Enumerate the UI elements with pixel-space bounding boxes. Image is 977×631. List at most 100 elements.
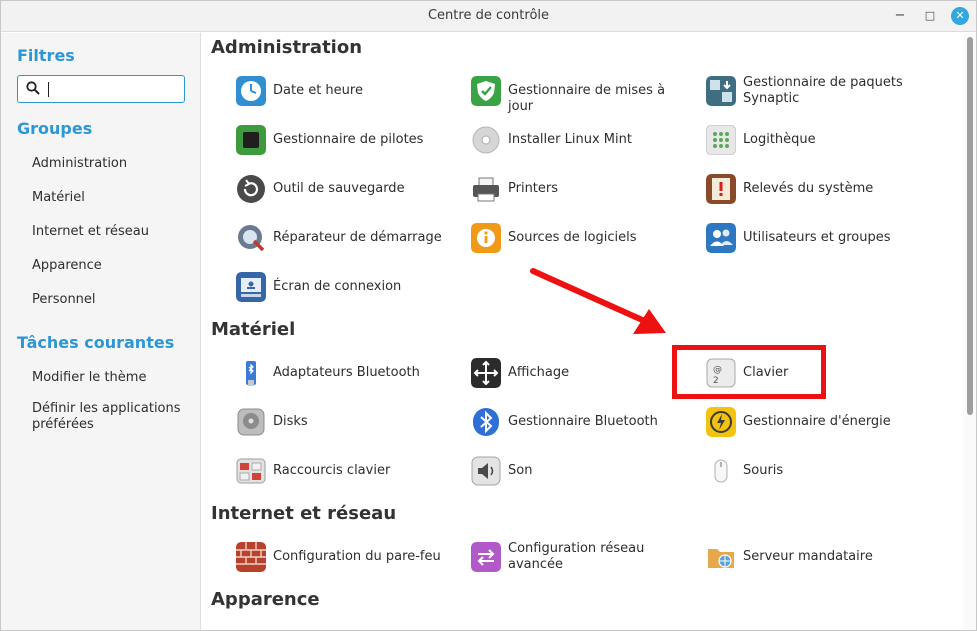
item-sound[interactable]: Son	[447, 454, 677, 490]
network-arrows-icon	[471, 542, 501, 572]
item-label: Disks	[273, 414, 308, 429]
item-label: Adaptateurs Bluetooth	[273, 365, 420, 380]
printer-icon	[473, 177, 499, 202]
item-label: Outil de sauvegarde	[273, 181, 405, 196]
item-label: Gestionnaire d'énergie	[743, 414, 891, 429]
item-label: Écran de connexion	[273, 279, 402, 294]
item-power-manager[interactable]: Gestionnaire d'énergie	[682, 405, 912, 441]
tasks-heading: Tâches courantes	[17, 333, 175, 352]
item-label: Printers	[508, 181, 559, 196]
annotation-arrow-icon	[530, 268, 666, 334]
item-label: Souris	[743, 463, 784, 478]
annotation-highlight-box	[672, 345, 826, 399]
disc-icon	[472, 126, 500, 154]
item-driver-manager[interactable]: Gestionnaire de pilotes	[212, 123, 442, 159]
filters-heading: Filtres	[17, 46, 75, 65]
item-disks[interactable]: Disks	[212, 405, 442, 441]
item-label: Serveur mandataire	[743, 549, 873, 564]
item-label: Configuration réseau avancée	[508, 541, 645, 572]
item-label: Gestionnaire de paquets Synaptic	[743, 75, 903, 106]
item-date-time[interactable]: Date et heure	[212, 74, 442, 110]
maximize-button[interactable]: □	[921, 7, 939, 25]
item-firewall[interactable]: Configuration du pare-feu	[212, 540, 442, 576]
usb-bluetooth-icon	[246, 361, 256, 386]
speaker-icon	[471, 456, 501, 486]
item-label: Relevés du système	[743, 181, 874, 196]
title-bar[interactable]: Centre de contrôle − □ ✕	[1, 1, 976, 32]
energy-icon	[706, 407, 736, 437]
item-login-screen[interactable]: Écran de connexion	[212, 270, 442, 306]
item-advanced-network[interactable]: Configuration réseau avancée	[447, 540, 677, 576]
sidebar: Filtres Groupes Administration Matériel …	[1, 33, 201, 630]
firewall-icon	[236, 542, 266, 572]
item-boot-repair[interactable]: Réparateur de démarrage	[212, 221, 442, 257]
report-icon	[706, 174, 736, 204]
item-display[interactable]: Affichage	[447, 356, 677, 392]
task-modify-theme[interactable]: Modifier le thème	[32, 370, 192, 386]
item-label: Installer Linux Mint	[508, 132, 632, 147]
item-update-manager[interactable]: Gestionnaire de mises à jour	[447, 74, 677, 114]
item-users-groups[interactable]: Utilisateurs et groupes	[682, 221, 912, 257]
item-label: Gestionnaire de mises à jour	[508, 83, 666, 114]
control-center-window: Centre de contrôle − □ ✕ Filtres Groupes…	[0, 0, 977, 631]
sidebar-item-administration[interactable]: Administration	[32, 156, 192, 172]
item-proxy-server[interactable]: Serveur mandataire	[682, 540, 912, 576]
search-input[interactable]	[17, 75, 185, 103]
display-arrows-icon	[471, 358, 501, 388]
item-system-reports[interactable]: Relevés du système	[682, 172, 912, 208]
item-label: Gestionnaire Bluetooth	[508, 414, 658, 429]
login-screen-icon	[236, 272, 266, 302]
item-label: Utilisateurs et groupes	[743, 230, 891, 245]
close-button[interactable]: ✕	[951, 7, 969, 25]
item-bluetooth-adapters[interactable]: Adaptateurs Bluetooth	[212, 356, 442, 392]
groups-heading: Groupes	[17, 119, 93, 138]
item-printers[interactable]: Printers	[447, 172, 677, 208]
apps-grid-icon	[706, 125, 736, 155]
window-title: Centre de contrôle	[427, 8, 550, 23]
item-label: Sources de logiciels	[508, 230, 637, 245]
disk-icon	[237, 408, 265, 436]
item-label: Configuration du pare-feu	[273, 549, 441, 564]
bluetooth-icon	[473, 408, 499, 436]
info-icon	[471, 223, 501, 253]
section-title-materiel: Matériel	[211, 319, 296, 340]
section-title-administration: Administration	[211, 37, 363, 58]
task-preferred-apps[interactable]: Définir les applications préférées	[32, 401, 182, 433]
item-label: Réparateur de démarrage	[273, 230, 442, 245]
item-software-manager[interactable]: Logithèque	[682, 123, 912, 159]
users-icon	[706, 223, 736, 253]
shield-icon	[471, 76, 501, 106]
backup-icon	[237, 175, 265, 203]
vertical-scrollbar[interactable]	[963, 33, 976, 630]
item-bluetooth-manager[interactable]: Gestionnaire Bluetooth	[447, 405, 677, 441]
clock-icon	[236, 76, 266, 106]
shortcuts-icon	[236, 458, 266, 484]
item-label: Raccourcis clavier	[273, 463, 391, 478]
section-title-apparence: Apparence	[211, 589, 320, 610]
item-label: Logithèque	[743, 132, 816, 147]
item-label: Gestionnaire de pilotes	[273, 132, 424, 147]
sidebar-item-personnel[interactable]: Personnel	[32, 292, 192, 308]
section-title-internet: Internet et réseau	[211, 503, 397, 524]
item-software-sources[interactable]: Sources de logiciels	[447, 221, 677, 257]
item-label: Son	[508, 463, 533, 478]
repair-icon	[238, 225, 265, 252]
chip-icon	[236, 125, 266, 155]
minimize-button[interactable]: −	[891, 7, 909, 25]
item-synaptic[interactable]: Gestionnaire de paquets Synaptic	[682, 74, 912, 110]
item-mouse[interactable]: Souris	[682, 454, 912, 490]
sidebar-item-materiel[interactable]: Matériel	[32, 190, 192, 206]
package-icon	[706, 76, 736, 106]
item-backup-tool[interactable]: Outil de sauvegarde	[212, 172, 442, 208]
sidebar-item-apparence[interactable]: Apparence	[32, 258, 192, 274]
item-install-mint[interactable]: Installer Linux Mint	[447, 123, 677, 159]
scrollbar-thumb[interactable]	[967, 37, 973, 415]
mouse-icon	[714, 459, 728, 483]
search-icon	[26, 81, 40, 95]
item-label: Affichage	[508, 365, 570, 380]
sidebar-item-internet[interactable]: Internet et réseau	[32, 224, 192, 240]
item-label: Date et heure	[273, 83, 363, 98]
item-keyboard-shortcuts[interactable]: Raccourcis clavier	[212, 454, 442, 490]
proxy-folder-icon	[708, 549, 734, 568]
text-caret	[48, 82, 49, 97]
